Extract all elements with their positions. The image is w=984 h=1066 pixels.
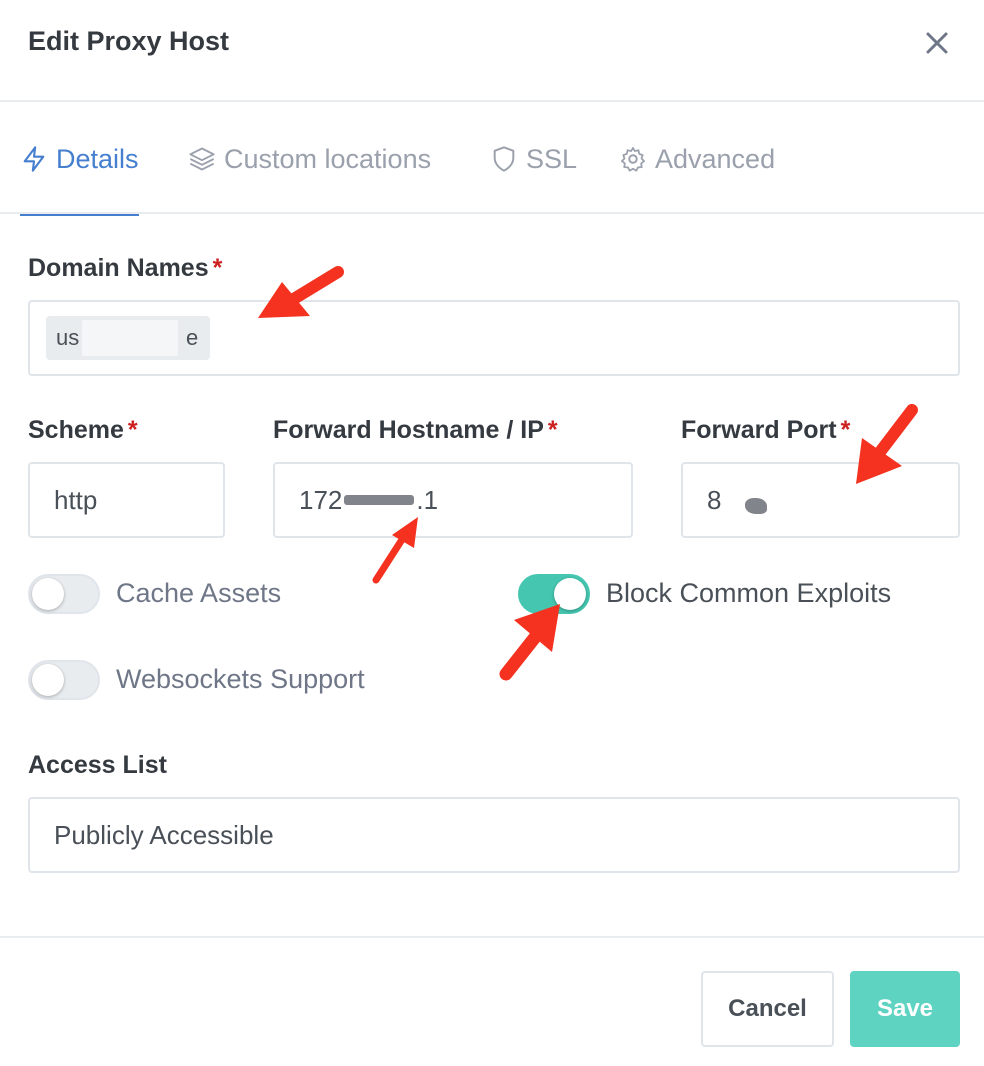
forward-port-input[interactable]: 8 bbox=[681, 462, 960, 538]
redaction-smudge bbox=[344, 495, 415, 505]
forward-hostname-label: Forward Hostname / IP * bbox=[273, 416, 558, 445]
domain-tag-text-start: us bbox=[56, 325, 80, 350]
access-list-value: Publicly Accessible bbox=[54, 819, 274, 850]
toggle-knob bbox=[554, 578, 586, 610]
domain-name-tag[interactable]: us e bbox=[46, 316, 210, 360]
lightning-icon bbox=[23, 146, 45, 172]
forward-port-value-start: 8 bbox=[707, 484, 722, 515]
access-list-label: Access List bbox=[28, 751, 167, 779]
redaction-blur bbox=[82, 320, 178, 356]
access-list-select[interactable]: Publicly Accessible bbox=[28, 797, 960, 873]
websockets-label: Websockets Support bbox=[116, 664, 365, 694]
toggle-knob bbox=[32, 578, 64, 610]
websockets-toggle[interactable] bbox=[28, 660, 100, 700]
scheme-label-text: Scheme bbox=[28, 416, 124, 444]
scheme-value: http bbox=[54, 484, 98, 515]
scheme-input[interactable]: http bbox=[28, 462, 225, 538]
forward-hostname-label-text: Forward Hostname / IP bbox=[273, 416, 544, 444]
tab-details[interactable]: Details bbox=[20, 104, 139, 216]
domain-tag-text-end: e bbox=[186, 325, 199, 350]
save-button[interactable]: Save bbox=[850, 971, 960, 1047]
required-mark: * bbox=[547, 416, 558, 444]
block-exploits-label: Block Common Exploits bbox=[606, 578, 892, 608]
required-mark: * bbox=[840, 416, 851, 444]
footer-divider bbox=[0, 936, 984, 938]
gear-icon bbox=[621, 147, 645, 172]
close-icon[interactable] bbox=[922, 28, 952, 58]
redaction-smudge bbox=[745, 498, 767, 514]
tab-custom-locations[interactable]: Custom locations bbox=[188, 104, 431, 214]
domain-names-input[interactable]: us e bbox=[28, 300, 960, 376]
forward-hostname-value-start: 172 bbox=[299, 484, 343, 515]
scheme-label: Scheme * bbox=[28, 416, 138, 445]
tab-label: Advanced bbox=[655, 143, 776, 174]
tab-advanced[interactable]: Advanced bbox=[619, 104, 775, 214]
shield-icon bbox=[493, 146, 515, 172]
required-mark: * bbox=[127, 416, 138, 444]
domain-names-label: Domain Names * bbox=[28, 254, 222, 283]
cache-assets-label: Cache Assets bbox=[116, 578, 282, 608]
forward-hostname-value-end: .1 bbox=[416, 484, 439, 515]
tab-label: Details bbox=[56, 143, 139, 174]
layers-icon bbox=[189, 147, 215, 171]
domain-names-label-text: Domain Names bbox=[28, 254, 209, 282]
dialog-title: Edit Proxy Host bbox=[28, 26, 230, 56]
required-mark: * bbox=[212, 254, 223, 282]
tab-label: SSL bbox=[526, 143, 578, 174]
cancel-button[interactable]: Cancel bbox=[701, 971, 834, 1047]
dialog-header: Edit Proxy Host bbox=[0, 0, 984, 102]
forward-hostname-input[interactable]: 172 .1 bbox=[273, 462, 633, 538]
tab-bar: Details Custom locations SSL Advanced bbox=[0, 104, 984, 216]
tab-ssl[interactable]: SSL bbox=[490, 104, 577, 214]
block-exploits-toggle[interactable] bbox=[518, 574, 590, 614]
tab-label: Custom locations bbox=[224, 143, 432, 174]
forward-port-label: Forward Port * bbox=[681, 416, 850, 445]
arrow-block-exploits-icon bbox=[499, 604, 560, 681]
cache-assets-toggle[interactable] bbox=[28, 574, 100, 614]
toggle-knob bbox=[32, 664, 64, 696]
forward-port-label-text: Forward Port bbox=[681, 416, 837, 444]
